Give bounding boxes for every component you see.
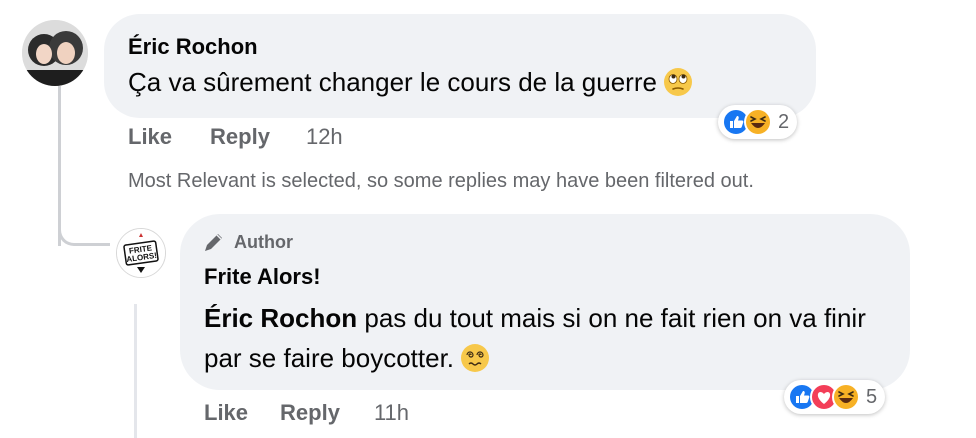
reaction-summary[interactable]: 2: [718, 105, 798, 139]
avatar-photo: [22, 20, 88, 86]
timestamp[interactable]: 11h: [374, 400, 409, 426]
reply-button[interactable]: Reply: [210, 124, 270, 150]
author-pen-icon: [205, 234, 222, 251]
author-badge: Author: [202, 230, 293, 254]
comment-text: Ça va sûrement changer le cours de la gu…: [128, 62, 693, 102]
reply-thread-line: [134, 304, 137, 438]
thread-branch-line: [58, 222, 110, 246]
avatar[interactable]: [22, 20, 88, 86]
comment-author[interactable]: Éric Rochon: [128, 34, 258, 60]
reply-button[interactable]: Reply: [280, 400, 340, 426]
rolling-eyes-emoji-icon: [663, 68, 692, 97]
reply-actions: Like Reply 11h: [204, 400, 409, 426]
reaction-count: 2: [778, 110, 790, 133]
woozy-face-emoji-icon: [461, 344, 490, 373]
timestamp[interactable]: 12h: [306, 124, 343, 150]
reply-author[interactable]: Frite Alors!: [204, 264, 321, 290]
like-button[interactable]: Like: [128, 124, 172, 150]
laugh-reaction-icon: [832, 383, 860, 411]
reply-text: Éric Rochon pas du tout mais si on ne fa…: [204, 298, 894, 378]
like-button[interactable]: Like: [204, 400, 248, 426]
reaction-count: 5: [866, 385, 878, 408]
frite-alors-logo: FRITE ALORS!: [117, 229, 165, 277]
page-avatar[interactable]: FRITE ALORS!: [116, 228, 166, 278]
mention-link[interactable]: Éric Rochon: [204, 303, 357, 333]
reaction-summary[interactable]: 5: [784, 380, 886, 414]
comment-text-content: Ça va sûrement changer le cours de la gu…: [128, 67, 657, 97]
comment-actions: Like Reply 12h: [128, 124, 343, 150]
laugh-reaction-icon: [744, 108, 772, 136]
filter-notice: Most Relevant is selected, so some repli…: [128, 170, 754, 192]
author-badge-label: Author: [234, 231, 293, 252]
